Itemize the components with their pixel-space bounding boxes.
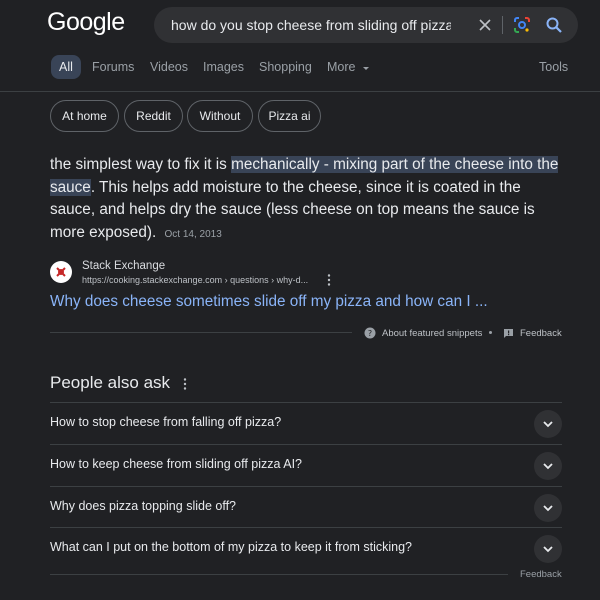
top-bar: Google [0,0,600,52]
source-url: https://cooking.stackexchange.com › ques… [82,275,309,285]
more-vert-icon[interactable] [324,273,334,287]
tab-images[interactable]: Images [203,55,244,79]
tools-button[interactable]: Tools [539,55,568,79]
snippet-date: Oct 14, 2013 [164,228,222,240]
caret-down-icon [362,66,369,70]
search-icon[interactable] [540,11,568,39]
google-lens-icon[interactable] [508,11,536,39]
search-divider [502,16,503,34]
chevron-down-icon[interactable] [534,494,562,522]
chip-without[interactable]: Without [187,100,253,132]
paa-question-text: How to keep cheese from sliding off pizz… [50,457,302,471]
people-also-ask-title: People also ask [50,373,171,392]
chip-pizza-ai[interactable]: Pizza ai [258,100,321,132]
paa-question-item[interactable]: How to stop cheese from falling off pizz… [50,403,562,444]
tab-all[interactable]: All [51,55,81,79]
chip-at-home[interactable]: At home [50,100,119,132]
about-featured-snippets-label: About featured snippets [382,327,483,339]
paa-question-text: Why does pizza topping slide off? [50,499,236,513]
paa-question-item[interactable]: How to keep cheese from sliding off pizz… [50,445,562,486]
snippet-source[interactable]: Stack Exchange https://cooking.stackexch… [50,259,560,291]
tabs-divider [0,91,600,92]
featured-snippet-text: the simplest way to fix it is mechanical… [50,154,560,246]
snippet-feedback-label: Feedback [520,327,562,339]
tab-more[interactable]: More [327,55,370,79]
paa-question-item[interactable]: What can I put on the bottom of my pizza… [50,528,562,569]
snippet-divider [50,332,352,333]
paa-question-item[interactable]: Why does pizza topping slide off? [50,487,562,528]
close-icon[interactable] [471,11,499,39]
source-name: Stack Exchange [82,260,166,272]
chevron-down-icon[interactable] [534,452,562,480]
paa-question-text: What can I put on the bottom of my pizza… [50,540,412,554]
paa-feedback-link[interactable]: Feedback [520,569,562,580]
snippet-text-before: the simplest way to fix it is [50,156,232,173]
tab-more-label: More [327,60,356,74]
tab-videos[interactable]: Videos [150,55,188,79]
stack-exchange-favicon-icon [50,261,72,283]
tab-shopping[interactable]: Shopping [259,55,312,79]
paa-question-text: How to stop cheese from falling off pizz… [50,415,282,429]
snippet-text-after: . This helps add moisture to the cheese,… [50,178,535,241]
search-tabs: All Forums Videos Images Shopping More T… [0,55,600,81]
chevron-down-icon[interactable] [534,535,562,563]
chip-reddit[interactable]: Reddit [124,100,183,132]
more-vert-icon[interactable] [181,377,189,391]
svg-text:?: ? [368,329,372,338]
dot-separator [489,331,492,334]
paa-bottom-divider [50,574,508,575]
search-input[interactable] [171,7,451,43]
snippet-feedback-button[interactable]: Feedback [503,325,562,341]
feedback-icon [504,328,513,338]
result-link[interactable]: Why does cheese sometimes slide off my p… [50,293,488,311]
help-icon: ? [364,327,376,339]
google-logo[interactable]: Google [47,8,125,37]
chevron-down-icon[interactable] [534,410,562,438]
search-box[interactable] [154,7,578,43]
about-featured-snippets-button[interactable]: ? About featured snippets [364,325,482,341]
tab-forums[interactable]: Forums [92,55,134,79]
